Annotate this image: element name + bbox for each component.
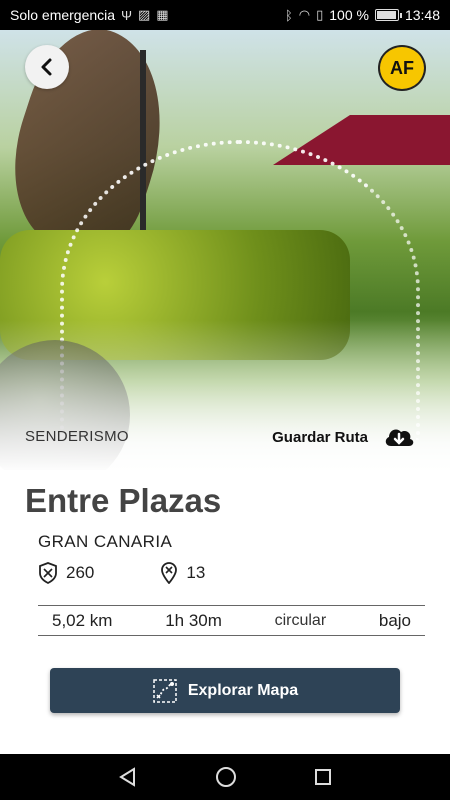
nav-bar [0,754,450,800]
battery-icon [374,9,402,21]
app-notification-icon: ▦ [156,7,169,22]
route-duration: 1h 30m [165,610,222,630]
sim-icon: ▯ [316,7,324,22]
explore-map-label: Explorar Mapa [187,681,299,699]
nav-recents-icon[interactable] [313,767,333,787]
profile-badge[interactable]: AF [378,45,426,91]
wifi-icon: ◠ [298,7,311,22]
back-arrow-icon [41,58,52,76]
back-button[interactable] [25,45,69,89]
save-route-label: Guardar Ruta [272,428,368,446]
route-meta-row: 5,02 km 1h 30m circular bajo [38,605,425,636]
bluetooth-icon: ᛒ [284,7,293,23]
save-route-button[interactable]: Guardar Ruta [272,424,416,450]
route-type: circular [274,611,327,629]
route-details: Entre Plazas GRAN CANARIA 260 13 5,02 km… [0,470,450,754]
route-difficulty: bajo [378,610,411,630]
route-stats: 260 13 [38,562,205,584]
explore-map-button[interactable]: Explorar Mapa [50,668,400,713]
route-title: Entre Plazas [25,482,222,519]
carrier-text: Solo emergencia [10,7,116,23]
stat-badge-value: 260 [66,563,95,582]
stat-pin-value: 13 [186,563,206,582]
pin-icon [161,562,178,584]
stat-pin: 13 [160,562,205,584]
badge-shield-icon [39,562,57,584]
route-category: SENDERISMO [25,428,129,445]
route-region: GRAN CANARIA [38,532,173,551]
activity-icon: ▨ [137,7,151,22]
battery-percent: 100 % [329,7,369,23]
usb-icon: Ψ [121,7,132,23]
cloud-download-icon [385,429,414,446]
status-bar: Solo emergencia Ψ ▨ ▦ ᛒ ◠ ▯ 100 % 13:48 [0,0,450,30]
map-route-icon [153,678,177,703]
clock: 13:48 [404,7,440,23]
nav-home-icon[interactable] [214,765,238,789]
route-distance: 5,02 km [52,610,113,630]
stat-badge: 260 [38,562,94,584]
nav-back-icon[interactable] [117,766,139,788]
